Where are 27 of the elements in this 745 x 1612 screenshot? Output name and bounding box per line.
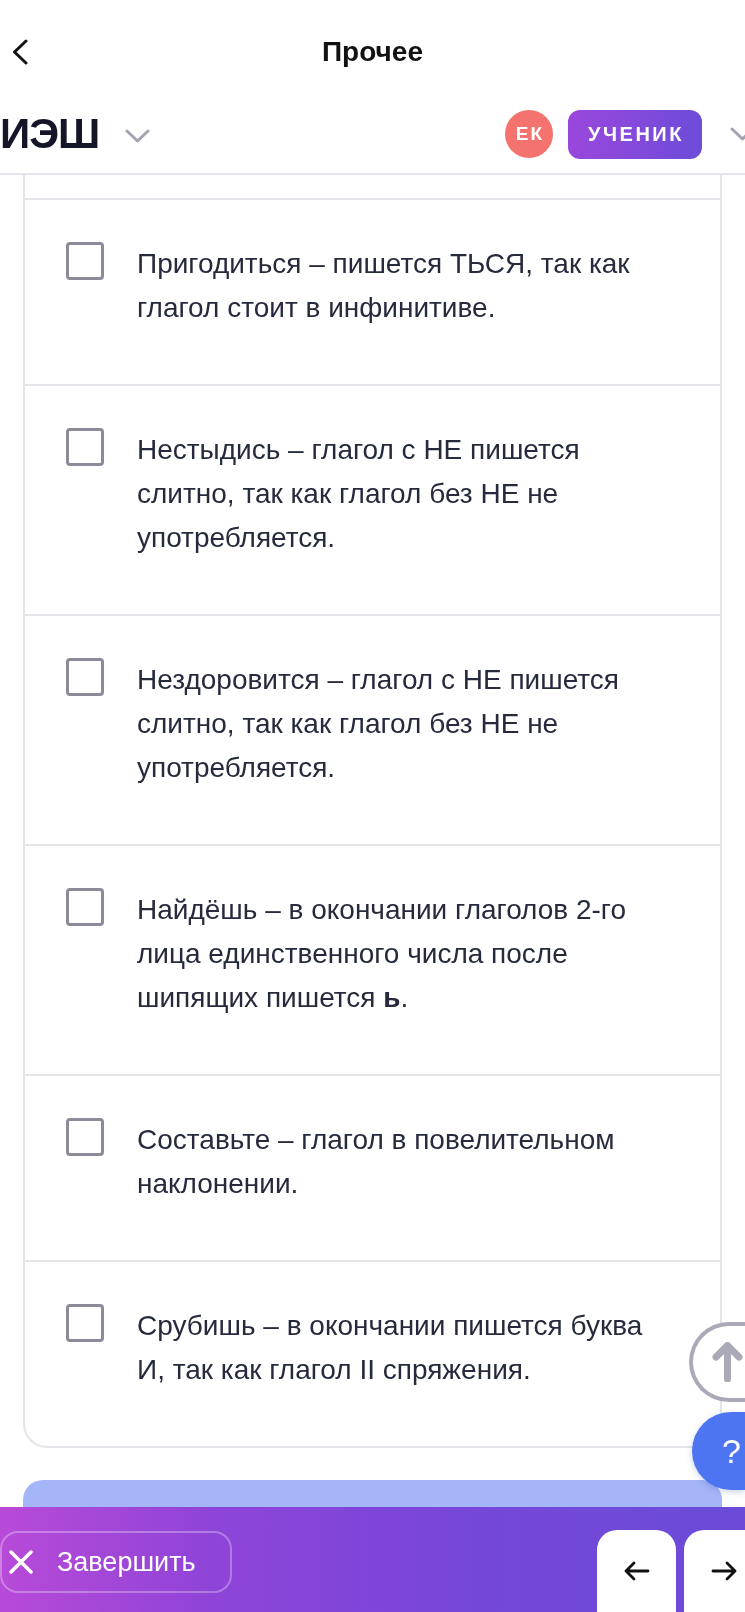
option-text: Нездоровится – глагол с НЕ пишется слитно, так как глагол без НЕ не употребляется. — [137, 663, 620, 785]
back-icon[interactable] — [12, 39, 28, 65]
page-title: Прочее — [321, 36, 423, 68]
checkbox[interactable] — [66, 242, 104, 280]
action-button[interactable] — [23, 1480, 722, 1508]
checkbox[interactable] — [66, 1304, 104, 1342]
checkbox[interactable] — [66, 428, 104, 466]
chevron-down-icon[interactable] — [125, 129, 151, 143]
option-text: Срубишь – в окончании пишется буква И, так как глагол II спряжения. — [137, 1309, 644, 1387]
role-selector[interactable]: УЧЕНИК — [568, 109, 702, 159]
option-text: Составьте – глагол в повелительном наклонении. — [137, 1123, 616, 1201]
previous-button[interactable] — [597, 1530, 676, 1612]
option-text: Нестыдись – глагол с НЕ пишется слитно, так как глагол без НЕ не употребляется. — [137, 433, 581, 555]
user-avatar[interactable]: ЕК — [505, 110, 553, 158]
checkbox[interactable] — [66, 658, 104, 696]
arrow-up-icon — [712, 1342, 743, 1382]
arrow-right-icon — [711, 1561, 737, 1581]
arrow-left-icon — [623, 1561, 650, 1581]
next-button[interactable] — [684, 1530, 745, 1612]
close-icon — [9, 1550, 33, 1574]
option-text: Пригодиться – пишется ТЬСЯ, так как глагол стоит в инфинитиве. — [137, 247, 631, 325]
finish-button[interactable]: Завершить — [0, 1531, 232, 1593]
checkbox[interactable] — [66, 888, 104, 926]
checkbox[interactable] — [66, 1118, 104, 1156]
app-logo: ИЭШ — [0, 113, 100, 155]
chevron-down-icon[interactable] — [730, 127, 745, 141]
option-text: Найдёшь – в окончании глаголов 2-го лица единственного числа после шипящих пишется ь. — [137, 893, 628, 1015]
